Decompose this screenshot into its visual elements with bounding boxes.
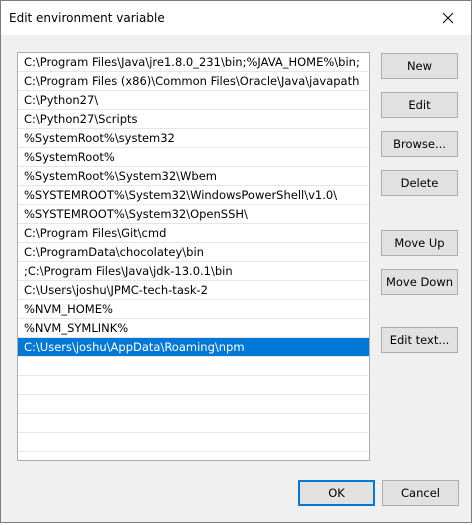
list-item[interactable]: C:\Users\joshu\AppData\Roaming\npm — [18, 338, 369, 357]
list-item[interactable]: C:\Program Files\Git\cmd — [18, 224, 369, 243]
list-item[interactable]: %SystemRoot%\System32\Wbem — [18, 167, 369, 186]
browse-button[interactable]: Browse... — [381, 131, 458, 157]
list-item-empty[interactable] — [18, 414, 369, 433]
list-item[interactable]: %SystemRoot% — [18, 148, 369, 167]
list-item-empty[interactable] — [18, 357, 369, 376]
list-item[interactable]: ;C:\Program Files\Java\jdk-13.0.1\bin — [18, 262, 369, 281]
move-down-button[interactable]: Move Down — [381, 269, 458, 295]
ok-button[interactable]: OK — [298, 480, 375, 506]
close-icon — [442, 12, 454, 24]
close-button[interactable] — [425, 1, 471, 35]
list-item[interactable]: %SYSTEMROOT%\System32\WindowsPowerShell\… — [18, 186, 369, 205]
list-item[interactable]: C:\ProgramData\chocolatey\bin — [18, 243, 369, 262]
list-item-empty[interactable] — [18, 395, 369, 414]
move-up-button[interactable]: Move Up — [381, 230, 458, 256]
edit-text-button[interactable]: Edit text... — [381, 327, 458, 353]
list-item[interactable]: C:\Program Files (x86)\Common Files\Orac… — [18, 72, 369, 91]
new-button[interactable]: New — [381, 53, 458, 79]
list-item-empty[interactable] — [18, 376, 369, 395]
list-item[interactable]: %NVM_SYMLINK% — [18, 319, 369, 338]
window-title: Edit environment variable — [9, 11, 165, 25]
list-item[interactable]: %SYSTEMROOT%\System32\OpenSSH\ — [18, 205, 369, 224]
edit-env-var-dialog: Edit environment variable C:\Program Fil… — [0, 0, 472, 523]
list-item-empty[interactable] — [18, 433, 369, 452]
title-bar: Edit environment variable — [1, 1, 471, 35]
cancel-button[interactable]: Cancel — [382, 480, 459, 506]
delete-button[interactable]: Delete — [381, 170, 458, 196]
list-item[interactable]: %SystemRoot%\system32 — [18, 129, 369, 148]
list-item[interactable]: C:\Users\joshu\JPMC-tech-task-2 — [18, 281, 369, 300]
list-item[interactable]: C:\Python27\Scripts — [18, 110, 369, 129]
list-item[interactable]: C:\Program Files\Java\jre1.8.0_231\bin;%… — [18, 53, 369, 72]
list-item[interactable]: C:\Python27\ — [18, 91, 369, 110]
edit-button[interactable]: Edit — [381, 92, 458, 118]
list-item[interactable]: %NVM_HOME% — [18, 300, 369, 319]
path-entries-list[interactable]: C:\Program Files\Java\jre1.8.0_231\bin;%… — [17, 52, 370, 461]
